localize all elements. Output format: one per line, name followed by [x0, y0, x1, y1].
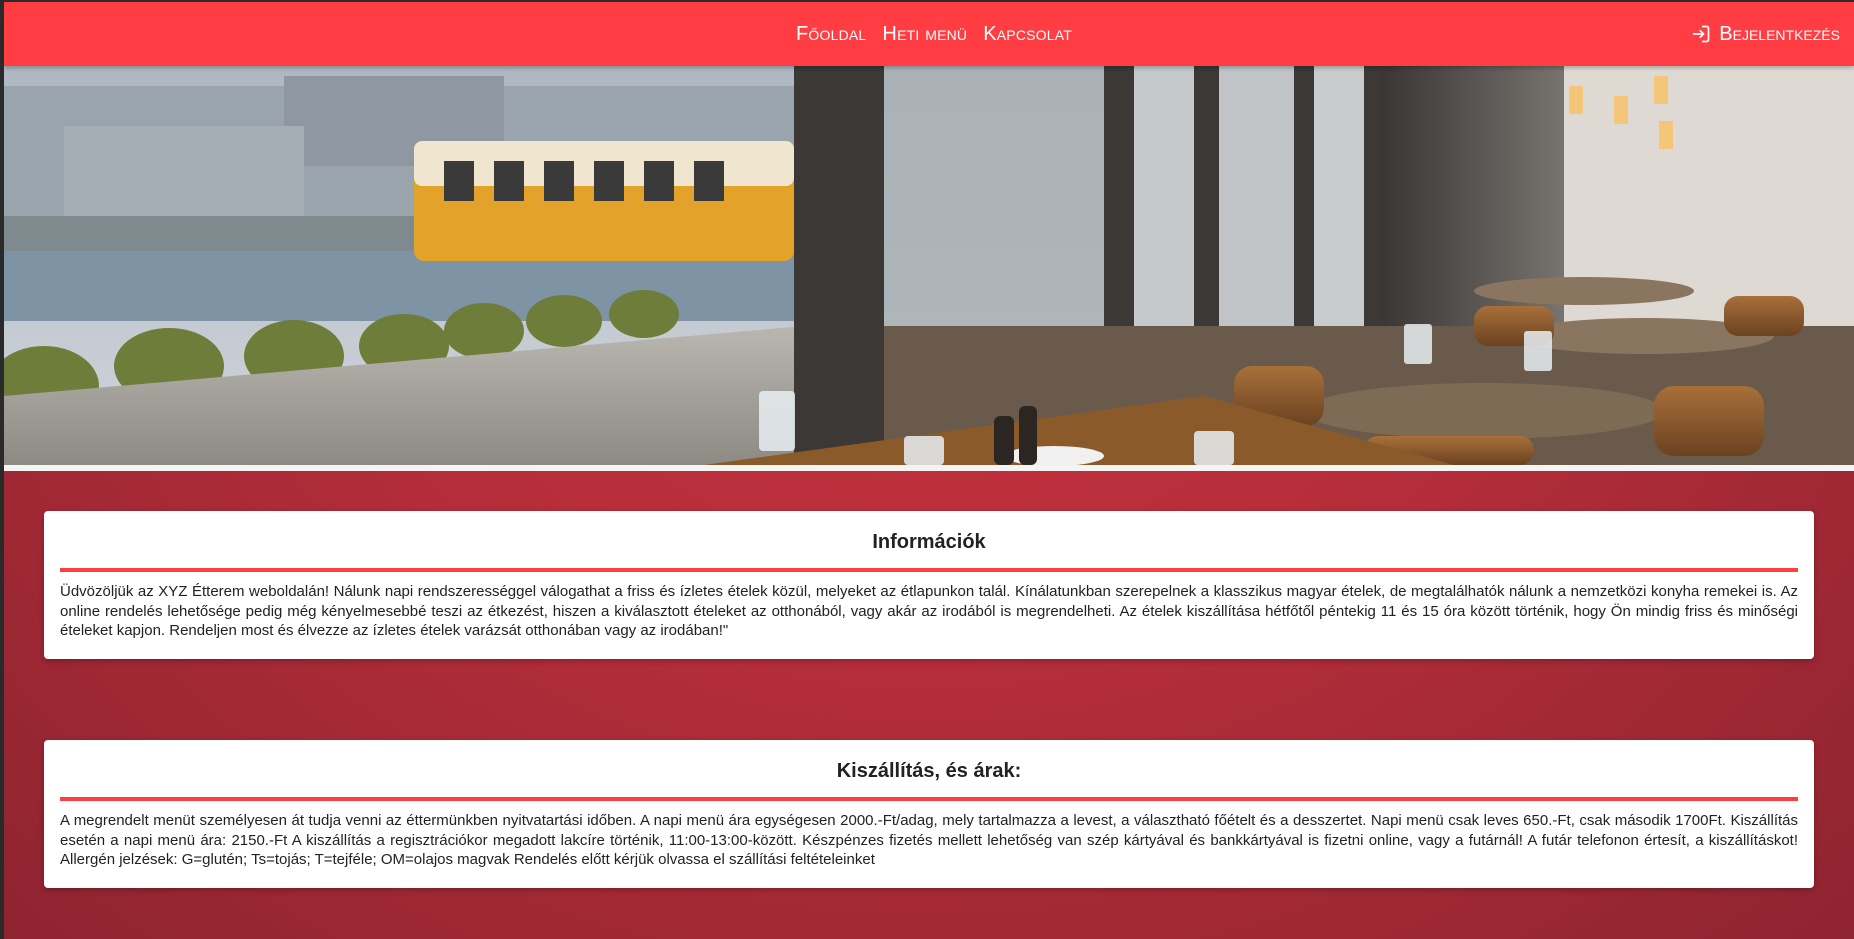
- delivery-card: Kiszállítás, és árak: A megrendelt menüt…: [44, 740, 1814, 888]
- delivery-title: Kiszállítás, és árak:: [60, 760, 1798, 801]
- nav-link-weekly-menu[interactable]: Heti menü: [882, 23, 967, 46]
- main-nav: Főoldal Heti menü Kapcsolat: [796, 2, 1072, 66]
- hero-image: [4, 66, 1854, 471]
- info-title: Információk: [60, 531, 1798, 572]
- login-label: Bejelentkezés: [1719, 22, 1840, 45]
- top-navbar: Főoldal Heti menü Kapcsolat Bejelentkezé…: [4, 2, 1854, 66]
- login-button[interactable]: Bejelentkezés: [1691, 2, 1840, 66]
- nav-link-home[interactable]: Főoldal: [796, 23, 866, 46]
- login-icon: [1691, 24, 1711, 44]
- page-frame: Főoldal Heti menü Kapcsolat Bejelentkezé…: [4, 2, 1854, 939]
- delivery-text: A megrendelt menüt személyesen át tudja …: [60, 812, 1798, 868]
- nav-link-contact[interactable]: Kapcsolat: [983, 23, 1072, 46]
- info-card: Információk Üdvözöljük az XYZ Étterem we…: [44, 511, 1814, 659]
- info-text: Üdvözöljük az XYZ Étterem weboldalán! Ná…: [60, 583, 1798, 639]
